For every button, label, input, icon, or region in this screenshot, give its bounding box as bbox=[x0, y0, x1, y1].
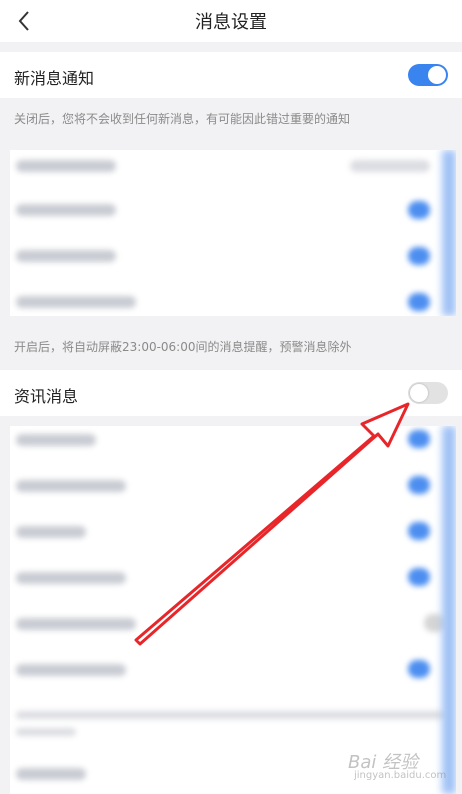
watermark-url: jingyan.baidu.com bbox=[354, 770, 447, 781]
annotation-arrow bbox=[134, 402, 410, 646]
